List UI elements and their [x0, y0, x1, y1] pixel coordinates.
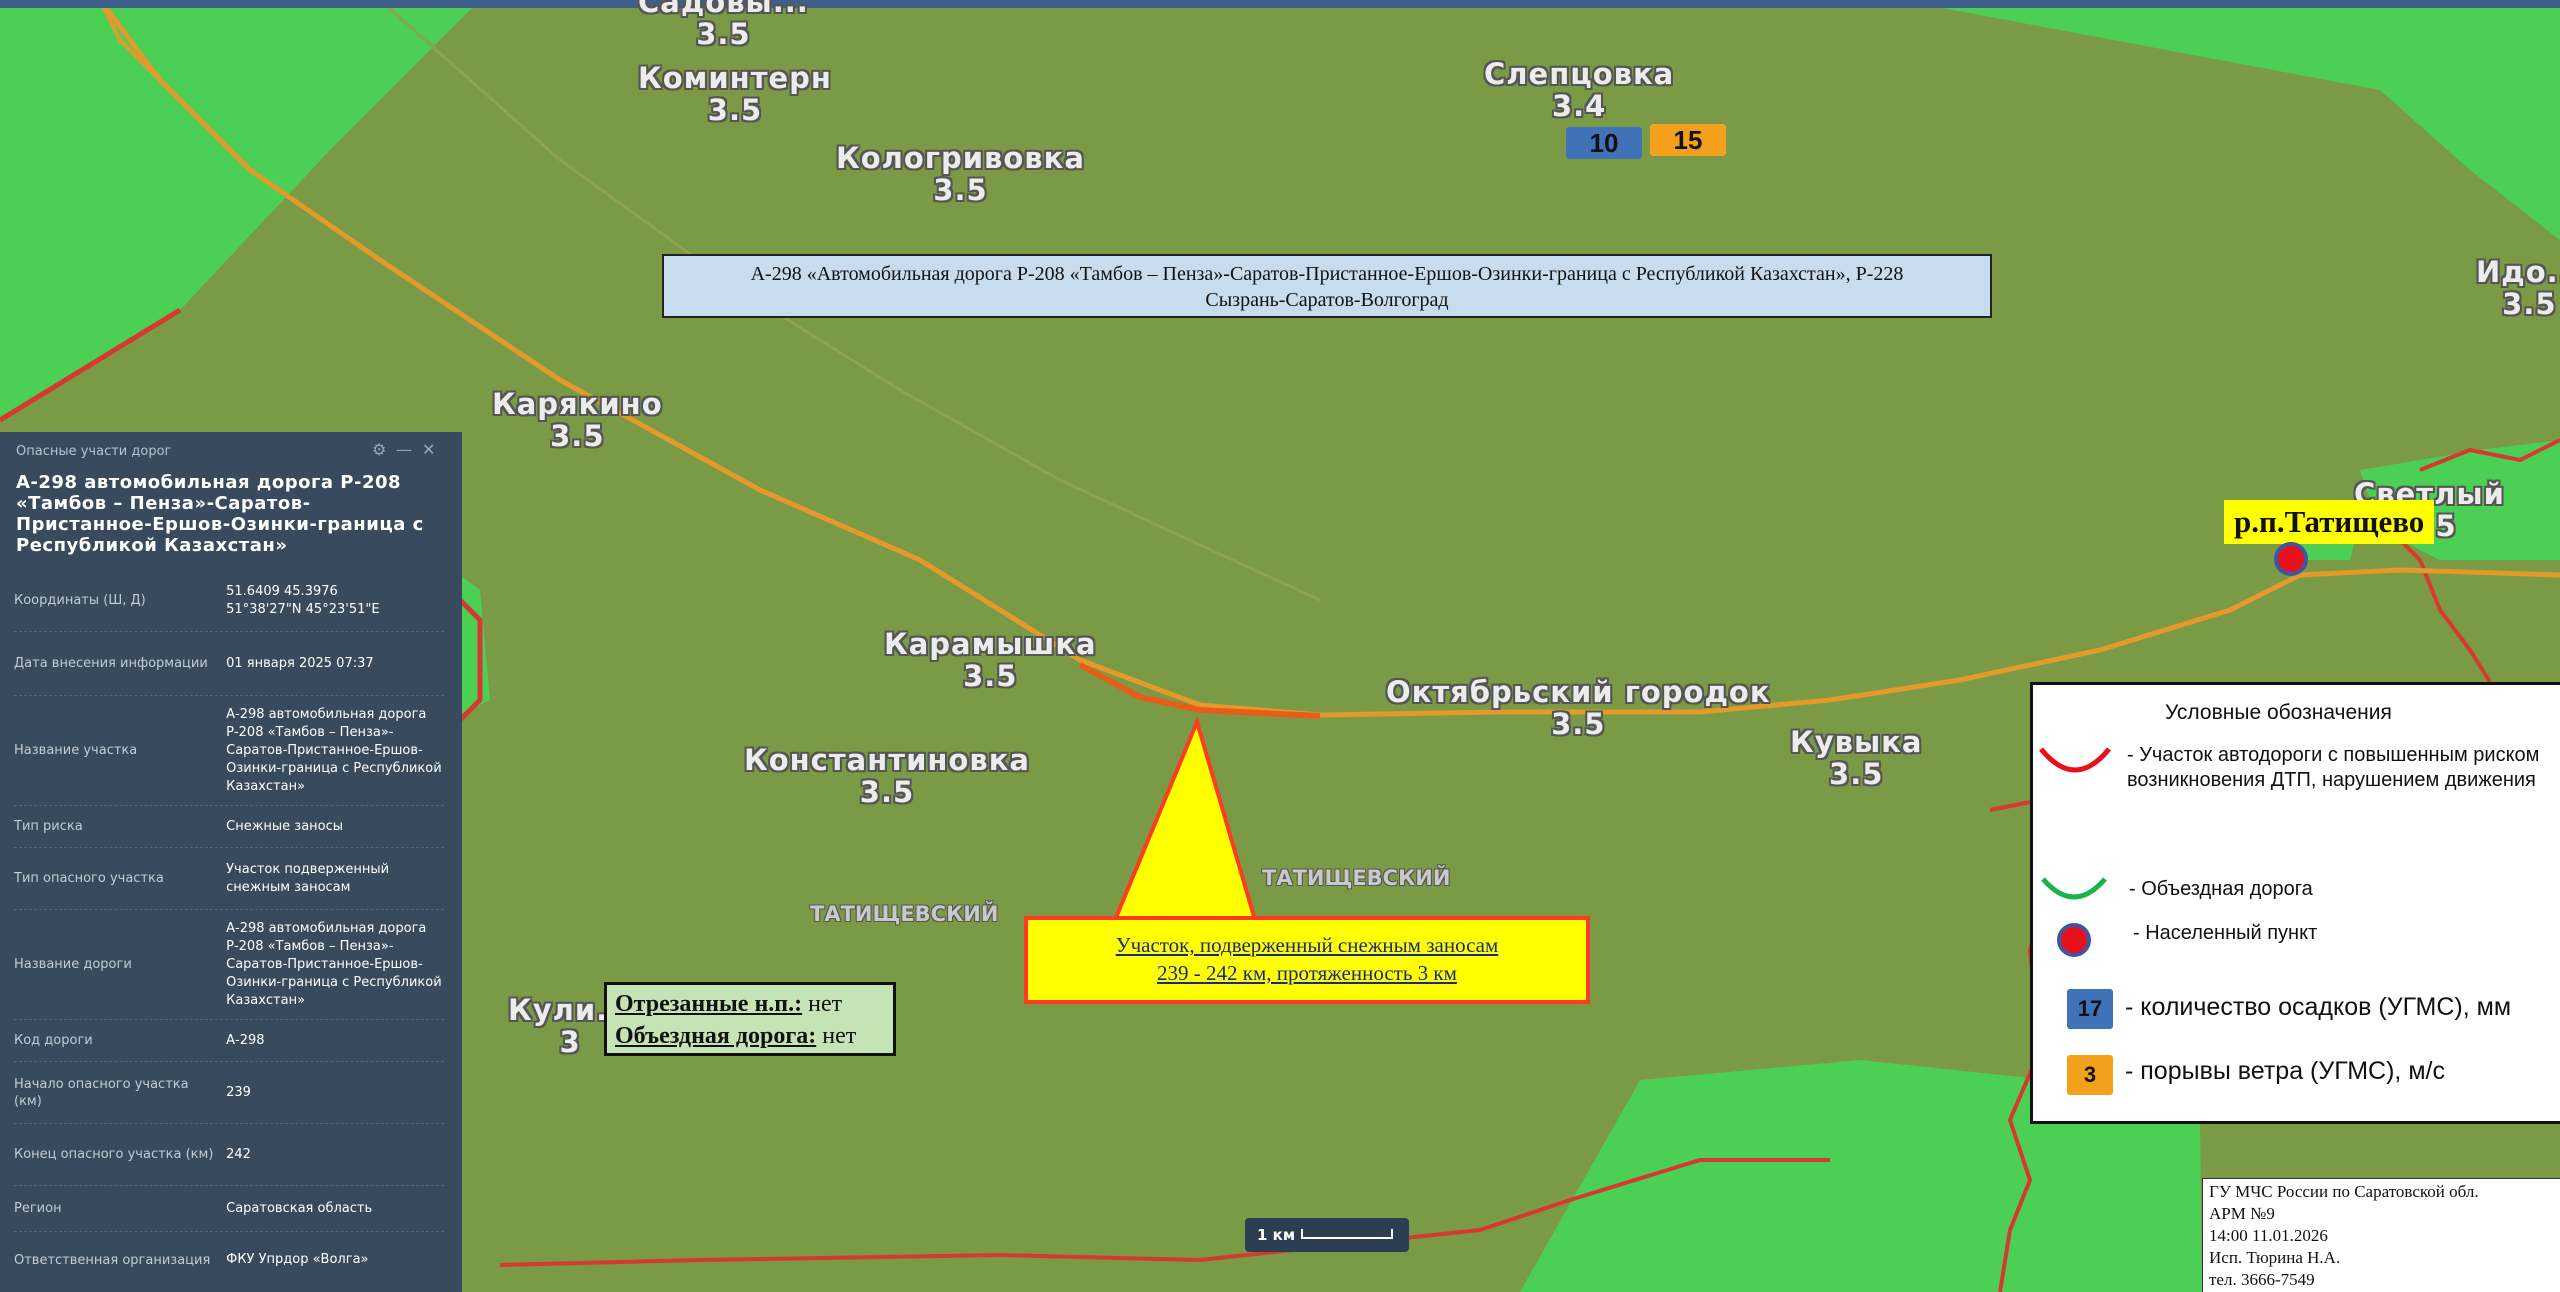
place-label: Карякино 3.5	[492, 387, 663, 453]
panel-row: Дата внесения информации 01 января 2025 0…	[14, 632, 444, 696]
district-label: ТАТИЩЕВСКИЙ	[1262, 866, 1451, 890]
row-key: Код дороги	[14, 1033, 93, 1048]
district-label: ТАТИЩЕВСКИЙ	[810, 902, 999, 926]
row-value: 239	[226, 1084, 251, 1100]
row-key: Ответственная организация	[14, 1252, 211, 1268]
minimize-icon[interactable]: —	[396, 440, 412, 459]
precip-sample-badge: 17	[2067, 989, 2113, 1029]
footer-stamp: ГУ МЧС России по Саратовской обл. АРМ №9…	[2202, 1178, 2560, 1292]
wind-sample-badge: 3	[2067, 1055, 2113, 1095]
panel-row: Тип риска Снежные заносы	[14, 806, 444, 848]
panel-rows: Координаты (Ш, Д) 51.6409 45.3976 51°38'2…	[14, 570, 444, 1288]
row-value: Участок подверженный снежным заносам	[226, 861, 390, 895]
place-label: Идо...3.5	[2476, 255, 2560, 321]
row-value: А-298	[226, 1032, 265, 1048]
panel-title: А-298 автомобильная дорога Р-208 «Тамбов…	[16, 472, 424, 556]
row-key: Конец опасного участка (км)	[14, 1147, 214, 1162]
cutoff-label: Отрезанные н.п.:	[615, 991, 803, 1017]
panel-row: Название участка А-298 автомобильная доро…	[14, 696, 444, 806]
panel-row: Координаты (Ш, Д) 51.6409 45.3976 51°38'2…	[14, 570, 444, 632]
precip-badge: 10	[1566, 127, 1642, 159]
footer-line: 14:00 11.01.2026	[2209, 1226, 2328, 1245]
row-key: Начало опасного участка (км)	[14, 1076, 189, 1109]
footer-line: АРМ №9	[2209, 1204, 2275, 1223]
row-value: 51.6409 45.3976 51°38'27"N 45°23'51"E	[226, 583, 380, 617]
footer-line: тел. 3666-7549	[2209, 1270, 2315, 1289]
panel-row: Ответственная организация ФКУ Упрдор «Вол…	[14, 1232, 444, 1288]
row-value: Снежные заносы	[226, 818, 344, 834]
close-icon[interactable]: ✕	[422, 440, 435, 459]
panel-header: Опасные участи дорог	[16, 444, 172, 459]
risk-road-icon	[2039, 747, 2111, 773]
footer-line: ГУ МЧС России по Саратовской обл.	[2209, 1182, 2479, 1201]
row-key: Тип опасного участка	[14, 871, 164, 886]
row-value: Саратовская область	[226, 1200, 373, 1216]
place-label: Слепцовка 3.4	[1484, 57, 1675, 123]
settlement-label: р.п.Татищево	[2224, 500, 2435, 544]
place-label: Садовы... 3.5	[638, 0, 809, 51]
place-label: Константиновка 3.5	[744, 743, 1030, 809]
row-key: Тип риска	[14, 819, 83, 834]
wind-badge: 15	[1650, 124, 1726, 156]
hazard-callout: Участок, подверженный снежным заносам 23…	[1024, 916, 1590, 1004]
callout-line1: Участок, подверженный снежным заносам	[1115, 933, 1499, 957]
cutoff-info-box: Отрезанные н.п.: нет Объездная дорога: н…	[604, 982, 896, 1056]
legend-precip-text: - количество осадков (УГМС), мм	[2125, 993, 2512, 1021]
row-value: ФКУ Упрдор «Волга»	[226, 1252, 369, 1267]
road-title-box: А-298 «Автомобильная дорога Р-208 «Тамбо…	[662, 254, 1992, 318]
scale-ruler	[1301, 1229, 1393, 1239]
footer-line: Исп. Тюрина Н.А.	[2209, 1248, 2341, 1267]
panel-row: Название дороги А-298 автомобильная дорог…	[14, 910, 444, 1020]
row-value: А-298 автомобильная дорога Р-208 «Тамбов…	[226, 706, 442, 794]
scale-bar: 1 км	[1245, 1218, 1409, 1252]
place-label: Кологривовка 3.5	[836, 141, 1085, 207]
legend-wind-text: - порывы ветра (УГМС), м/с	[2125, 1057, 2445, 1085]
row-key: Название участка	[14, 743, 138, 758]
detour-label: Объездная дорога:	[615, 1023, 817, 1049]
row-value: 01 января 2025 07:37	[226, 655, 374, 671]
settlement-icon	[2057, 923, 2091, 957]
legend-title: Условные обозначения	[2165, 701, 2392, 724]
panel-row: Начало опасного участка (км) 239	[14, 1062, 444, 1124]
road-title-line2: Сызрань-Саратов-Волгоград	[1205, 289, 1449, 311]
panel-row: Код дороги А-298	[14, 1020, 444, 1062]
row-key: Регион	[14, 1201, 62, 1216]
row-key: Координаты (Ш, Д)	[14, 593, 146, 608]
hazard-info-panel: Опасные участи дорог ⚙ — ✕ А-298 автомоб…	[0, 432, 462, 1292]
panel-row: Регион Саратовская область	[14, 1186, 444, 1232]
place-label: Октябрьский городок 3.5	[1386, 675, 1771, 741]
legend-detour-text: - Объездная дорога	[2129, 878, 2313, 900]
row-value: 242	[226, 1146, 251, 1162]
place-label: Карамышка 3.5	[884, 627, 1097, 693]
row-key: Название дороги	[14, 957, 132, 972]
row-key: Дата внесения информации	[14, 656, 208, 671]
row-value: А-298 автомобильная дорога Р-208 «Тамбов…	[226, 920, 442, 1008]
legend-settlement-text: - Населенный пункт	[2133, 922, 2318, 944]
settlement-marker[interactable]	[2274, 542, 2308, 576]
map-legend: Условные обозначения - Участок автодорог…	[2030, 682, 2560, 1124]
callout-line2: 239 - 242 км, протяженность 3 км	[1157, 961, 1457, 985]
settings-icon[interactable]: ⚙	[372, 440, 386, 459]
panel-row: Конец опасного участка (км) 242	[14, 1124, 444, 1186]
panel-row: Тип опасного участка Участок подверженный…	[14, 848, 444, 910]
place-label: Коминтерн 3.5	[638, 61, 832, 127]
detour-road-icon	[2041, 877, 2107, 900]
top-bar	[0, 0, 2560, 8]
road-title-line1: А-298 «Автомобильная дорога Р-208 «Тамбо…	[750, 263, 1904, 285]
cutoff-value: нет	[802, 991, 843, 1017]
detour-value: нет	[816, 1023, 857, 1049]
place-label: Кувыка 3.5	[1790, 725, 1923, 791]
scale-label: 1 км	[1257, 1226, 1296, 1244]
legend-risk-text: - Участок автодороги с повышенным риском…	[2127, 744, 2540, 791]
